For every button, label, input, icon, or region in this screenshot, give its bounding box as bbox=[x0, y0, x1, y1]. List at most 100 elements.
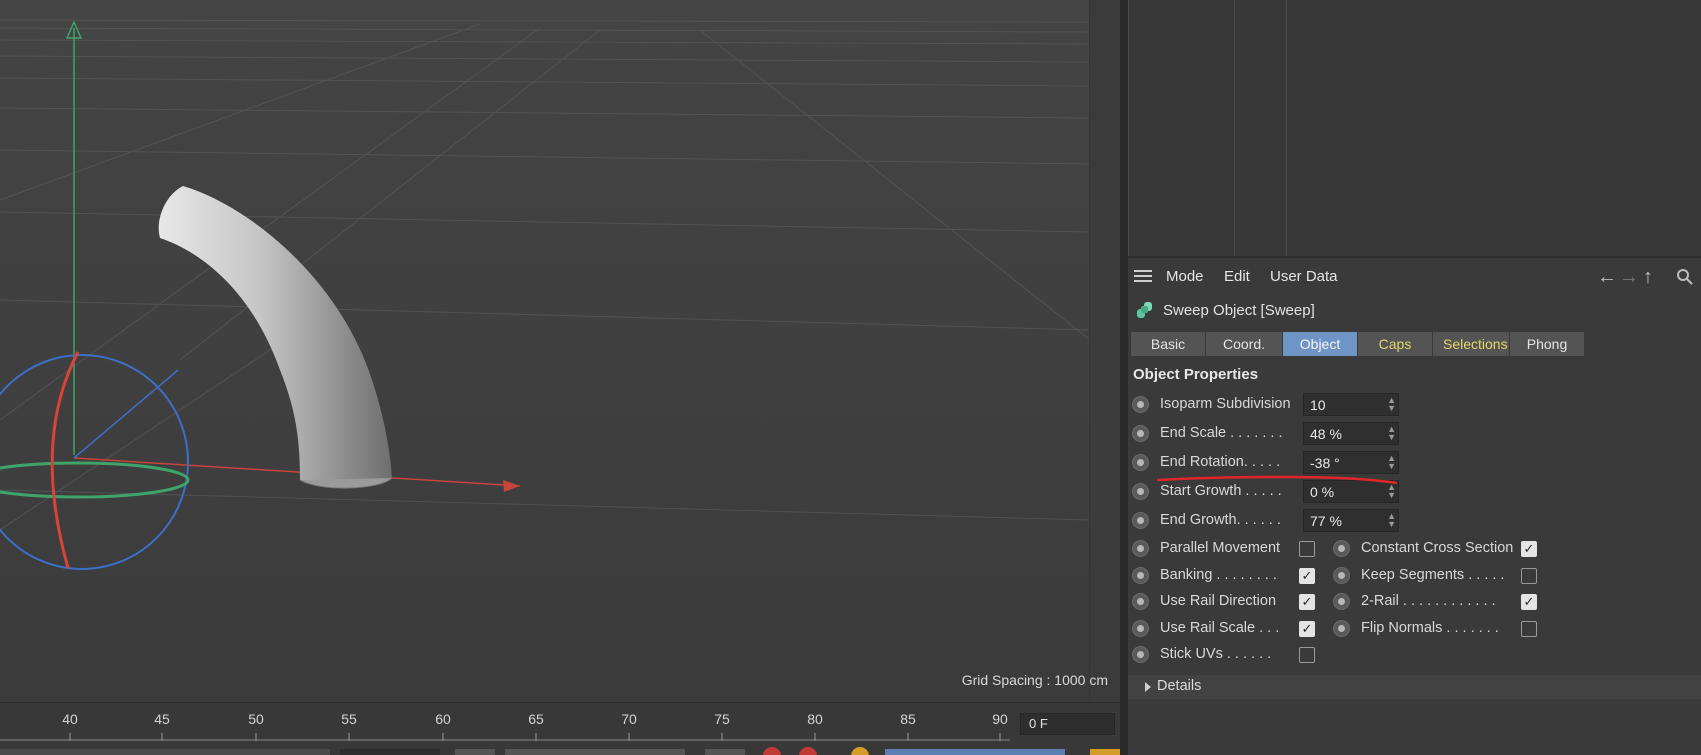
tick-label: 40 bbox=[62, 711, 78, 727]
animate-radio[interactable] bbox=[1333, 567, 1350, 584]
stick-uvs-checkbox[interactable] bbox=[1299, 647, 1315, 663]
object-manager-panel[interactable] bbox=[1128, 0, 1701, 258]
viewport-scrollbar[interactable] bbox=[1089, 0, 1120, 702]
back-arrow-icon[interactable]: ← bbox=[1597, 266, 1617, 289]
menu-user-data[interactable]: User Data bbox=[1270, 268, 1338, 285]
prop-label: Isoparm Subdivision bbox=[1160, 396, 1291, 412]
panel-divider[interactable] bbox=[1120, 0, 1128, 755]
field-value: 77 % bbox=[1310, 513, 1342, 529]
animate-radio[interactable] bbox=[1132, 425, 1149, 442]
column-divider bbox=[1286, 0, 1287, 256]
isoparm-subdivision-field[interactable]: 10 ▲ ▼ bbox=[1303, 393, 1399, 416]
details-group[interactable]: Details bbox=[1128, 675, 1701, 699]
opt-keep-segments: Keep Segments . . . . . bbox=[1329, 564, 1549, 588]
prop-label: End Rotation. . . . . bbox=[1160, 454, 1281, 470]
attribute-menubar: Mode Edit User Data ← → ↑ bbox=[1128, 260, 1701, 292]
animate-radio[interactable] bbox=[1132, 593, 1149, 610]
spinner-icon[interactable]: ▲ ▼ bbox=[1387, 396, 1396, 413]
option-label: Use Rail Scale . . . bbox=[1160, 620, 1280, 636]
animate-radio[interactable] bbox=[1333, 620, 1350, 637]
timeline-ruler[interactable] bbox=[0, 733, 1010, 741]
prop-end-scale: End Scale . . . . . . . 48 % ▲ ▼ bbox=[1128, 422, 1418, 446]
expand-triangle-icon[interactable] bbox=[1145, 682, 1151, 692]
tick-label: 80 bbox=[807, 711, 823, 727]
current-frame-field[interactable]: 0 F bbox=[1020, 713, 1115, 735]
forward-arrow-icon[interactable]: → bbox=[1619, 266, 1639, 289]
animate-radio[interactable] bbox=[1132, 540, 1149, 557]
flip-normals-checkbox[interactable] bbox=[1521, 621, 1537, 637]
prop-end-growth: End Growth. . . . . . 77 % ▲ ▼ bbox=[1128, 509, 1418, 533]
animate-radio[interactable] bbox=[1132, 512, 1149, 529]
opt-flip-normals: Flip Normals . . . . . . . bbox=[1329, 617, 1549, 641]
tick-label: 75 bbox=[714, 711, 730, 727]
option-label: 2-Rail . . . . . . . . . . . . bbox=[1361, 593, 1496, 609]
keep-segments-checkbox[interactable] bbox=[1521, 568, 1537, 584]
option-label: Keep Segments . . . . . bbox=[1361, 567, 1505, 583]
column-divider bbox=[1128, 0, 1129, 256]
tab-selections[interactable]: Selections bbox=[1433, 332, 1510, 356]
timeline[interactable]: 40 45 50 55 60 65 70 75 80 85 90 0 F bbox=[0, 702, 1120, 755]
tick-label: 60 bbox=[435, 711, 451, 727]
end-growth-field[interactable]: 77 % ▲ ▼ bbox=[1303, 509, 1399, 532]
menu-mode[interactable]: Mode bbox=[1166, 268, 1204, 285]
details-label: Details bbox=[1157, 678, 1202, 694]
section-title: Object Properties bbox=[1133, 366, 1259, 383]
tick-label: 70 bbox=[621, 711, 637, 727]
tick-label: 65 bbox=[528, 711, 544, 727]
spinner-icon[interactable]: ▲ ▼ bbox=[1387, 483, 1396, 500]
spinner-icon[interactable]: ▲ ▼ bbox=[1387, 512, 1396, 529]
tab-coord[interactable]: Coord. bbox=[1206, 332, 1283, 356]
end-rotation-field[interactable]: -38 ° ▲ ▼ bbox=[1303, 451, 1399, 474]
constant-cross-section-checkbox[interactable]: ✓ bbox=[1521, 541, 1537, 557]
animate-radio[interactable] bbox=[1132, 646, 1149, 663]
tick-label: 55 bbox=[341, 711, 357, 727]
option-label: Banking . . . . . . . . bbox=[1160, 567, 1277, 583]
tab-phong[interactable]: Phong bbox=[1510, 332, 1585, 356]
menu-edit[interactable]: Edit bbox=[1224, 268, 1250, 285]
3d-viewport[interactable]: Grid Spacing : 1000 cm bbox=[0, 0, 1120, 702]
prop-label: End Growth. . . . . . bbox=[1160, 512, 1281, 528]
parallel-movement-checkbox[interactable] bbox=[1299, 541, 1315, 557]
field-value: 10 bbox=[1310, 397, 1326, 413]
animate-radio[interactable] bbox=[1132, 483, 1149, 500]
prop-end-rotation: End Rotation. . . . . -38 ° ▲ ▼ bbox=[1128, 451, 1418, 475]
opt-constant-cross-section: Constant Cross Section ✓ bbox=[1329, 537, 1549, 561]
attribute-tabs: Basic Coord. Object Caps Selections Phon… bbox=[1131, 332, 1585, 356]
spinner-icon[interactable]: ▲ ▼ bbox=[1387, 425, 1396, 442]
animate-radio[interactable] bbox=[1333, 540, 1350, 557]
tab-caps[interactable]: Caps bbox=[1358, 332, 1433, 356]
up-arrow-icon[interactable]: ↑ bbox=[1643, 266, 1653, 289]
prop-label: End Scale . . . . . . . bbox=[1160, 425, 1283, 441]
object-title: Sweep Object [Sweep] bbox=[1163, 302, 1315, 319]
option-label: Flip Normals . . . . . . . bbox=[1361, 620, 1499, 636]
field-value: 48 % bbox=[1310, 426, 1342, 442]
opt-stick-uvs: Stick UVs . . . . . . bbox=[1128, 643, 1328, 667]
transport-controls[interactable] bbox=[0, 747, 1120, 755]
banking-checkbox[interactable]: ✓ bbox=[1299, 568, 1315, 584]
opt-parallel-movement: Parallel Movement bbox=[1128, 537, 1328, 561]
option-label: Use Rail Direction bbox=[1160, 593, 1277, 609]
spinner-icon[interactable]: ▲ ▼ bbox=[1387, 454, 1396, 471]
option-label: Stick UVs . . . . . . bbox=[1160, 646, 1272, 662]
prop-label: Start Growth . . . . . bbox=[1160, 483, 1282, 499]
search-icon[interactable] bbox=[1676, 268, 1694, 286]
opt-use-rail-scale: Use Rail Scale . . . ✓ bbox=[1128, 617, 1328, 641]
tab-basic[interactable]: Basic bbox=[1131, 332, 1206, 356]
grid-spacing-label: Grid Spacing : 1000 cm bbox=[961, 672, 1108, 688]
two-rail-checkbox[interactable]: ✓ bbox=[1521, 594, 1537, 610]
end-scale-field[interactable]: 48 % ▲ ▼ bbox=[1303, 422, 1399, 445]
viewport-scene bbox=[0, 0, 1090, 702]
hamburger-menu-icon[interactable] bbox=[1134, 270, 1152, 282]
animate-radio[interactable] bbox=[1132, 620, 1149, 637]
object-title-row: Sweep Object [Sweep] bbox=[1128, 298, 1701, 326]
prop-isoparm-subdivision: Isoparm Subdivision 10 ▲ ▼ bbox=[1128, 393, 1418, 417]
tab-object[interactable]: Object bbox=[1283, 332, 1358, 356]
animate-radio[interactable] bbox=[1132, 454, 1149, 471]
field-value: 0 % bbox=[1310, 484, 1335, 500]
animate-radio[interactable] bbox=[1333, 593, 1350, 610]
field-value: -38 ° bbox=[1310, 455, 1340, 471]
use-rail-scale-checkbox[interactable]: ✓ bbox=[1299, 621, 1315, 637]
use-rail-direction-checkbox[interactable]: ✓ bbox=[1299, 594, 1315, 610]
animate-radio[interactable] bbox=[1132, 567, 1149, 584]
animate-radio[interactable] bbox=[1132, 396, 1149, 413]
